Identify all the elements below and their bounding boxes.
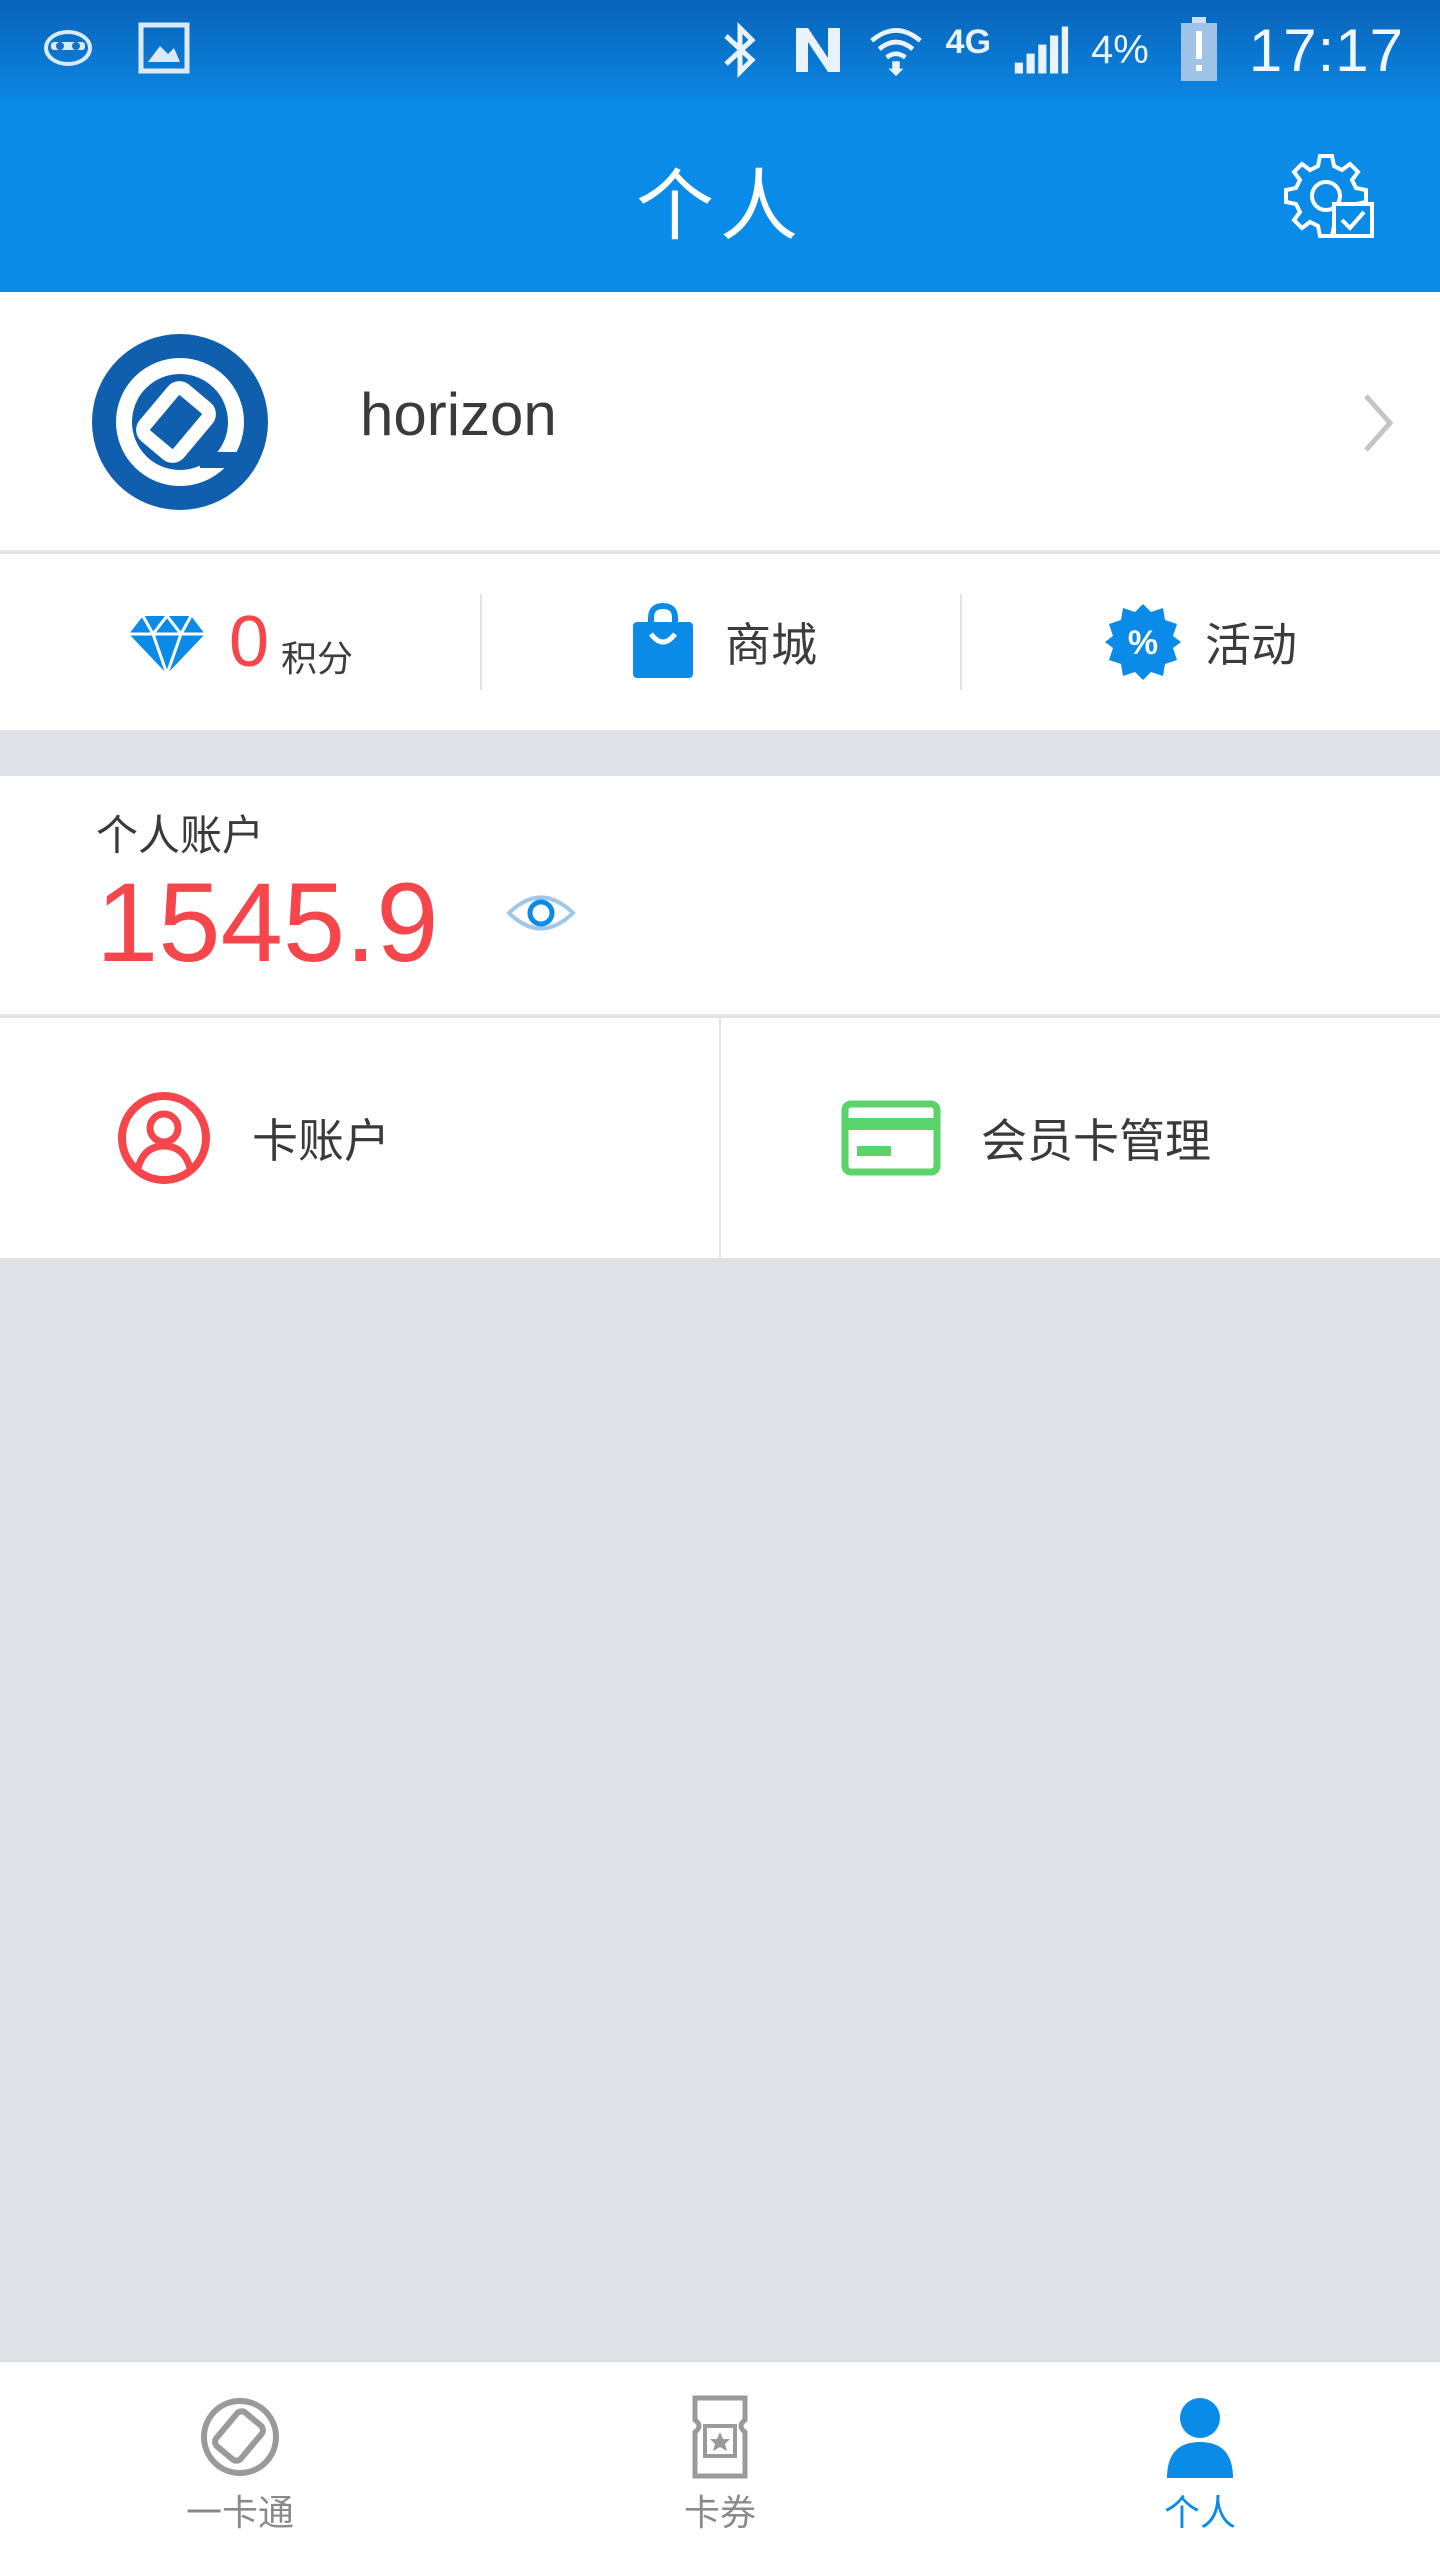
- activity-label: 活动: [1205, 618, 1297, 672]
- mall-link[interactable]: 商城: [480, 554, 960, 730]
- tab-coupons[interactable]: 卡券: [480, 2362, 960, 2560]
- points-link[interactable]: 0 积分: [0, 554, 480, 730]
- status-bar: 4G 4% 17:17: [0, 0, 1440, 100]
- username: horizon: [360, 381, 557, 448]
- bluetooth-icon: [712, 21, 768, 79]
- user-circle-icon: [118, 1092, 210, 1184]
- svg-text:%: %: [1128, 624, 1158, 662]
- signal-icon: [1013, 22, 1069, 78]
- privacy-mask-icon: [40, 20, 96, 76]
- member-card-label: 会员卡管理: [981, 1114, 1211, 1168]
- settings-button[interactable]: [1278, 148, 1378, 248]
- person-icon: [1167, 2398, 1233, 2478]
- one-card-logo-icon: [201, 2398, 279, 2476]
- personal-account: 个人账户 1545.9: [0, 776, 1440, 1016]
- network-type: 4G: [945, 22, 992, 61]
- discount-badge-icon: %: [1105, 604, 1181, 680]
- points-value: 0: [228, 602, 270, 682]
- nfc-icon: [790, 22, 846, 78]
- member-card-link[interactable]: 会员卡管理: [719, 1018, 1440, 1258]
- ticket-icon: [692, 2395, 748, 2479]
- gear-icon: [1284, 154, 1374, 238]
- image-icon: [136, 20, 192, 76]
- points-label: 积分: [281, 639, 354, 680]
- account-balance: 1545.9: [96, 860, 439, 985]
- tab-one-card-label: 一卡通: [185, 2493, 294, 2534]
- chevron-right-icon: [1358, 390, 1398, 456]
- battery-alert-icon: [1171, 17, 1227, 81]
- tab-personal[interactable]: 个人: [960, 2362, 1440, 2560]
- avatar: [92, 334, 268, 510]
- bottom-navigation: 一卡通 卡券 个人: [0, 2360, 1440, 2560]
- wifi-icon: [868, 22, 924, 78]
- clock: 17:17: [1248, 16, 1404, 84]
- profile-row[interactable]: horizon: [0, 292, 1440, 552]
- credit-card-icon: [841, 1100, 941, 1176]
- tab-coupons-label: 卡券: [683, 2493, 756, 2534]
- eye-icon[interactable]: [506, 888, 576, 938]
- activity-link[interactable]: % 活动: [960, 554, 1440, 730]
- card-account-link[interactable]: 卡账户: [0, 1018, 719, 1258]
- tab-personal-label: 个人: [1163, 2493, 1236, 2534]
- page-title: 个人: [635, 162, 804, 252]
- quick-links: 0 积分 商城 % 活动: [0, 554, 1440, 732]
- diamond-icon: [128, 613, 205, 679]
- shopping-bag-icon: [633, 602, 693, 678]
- battery-percent: 4%: [1091, 27, 1149, 72]
- tab-one-card[interactable]: 一卡通: [0, 2362, 480, 2560]
- mall-label: 商城: [725, 618, 817, 672]
- card-account-label: 卡账户: [252, 1114, 390, 1168]
- account-label: 个人账户: [96, 811, 265, 860]
- app-header: 个人: [0, 100, 1440, 292]
- card-options: 卡账户 会员卡管理: [0, 1018, 1440, 1258]
